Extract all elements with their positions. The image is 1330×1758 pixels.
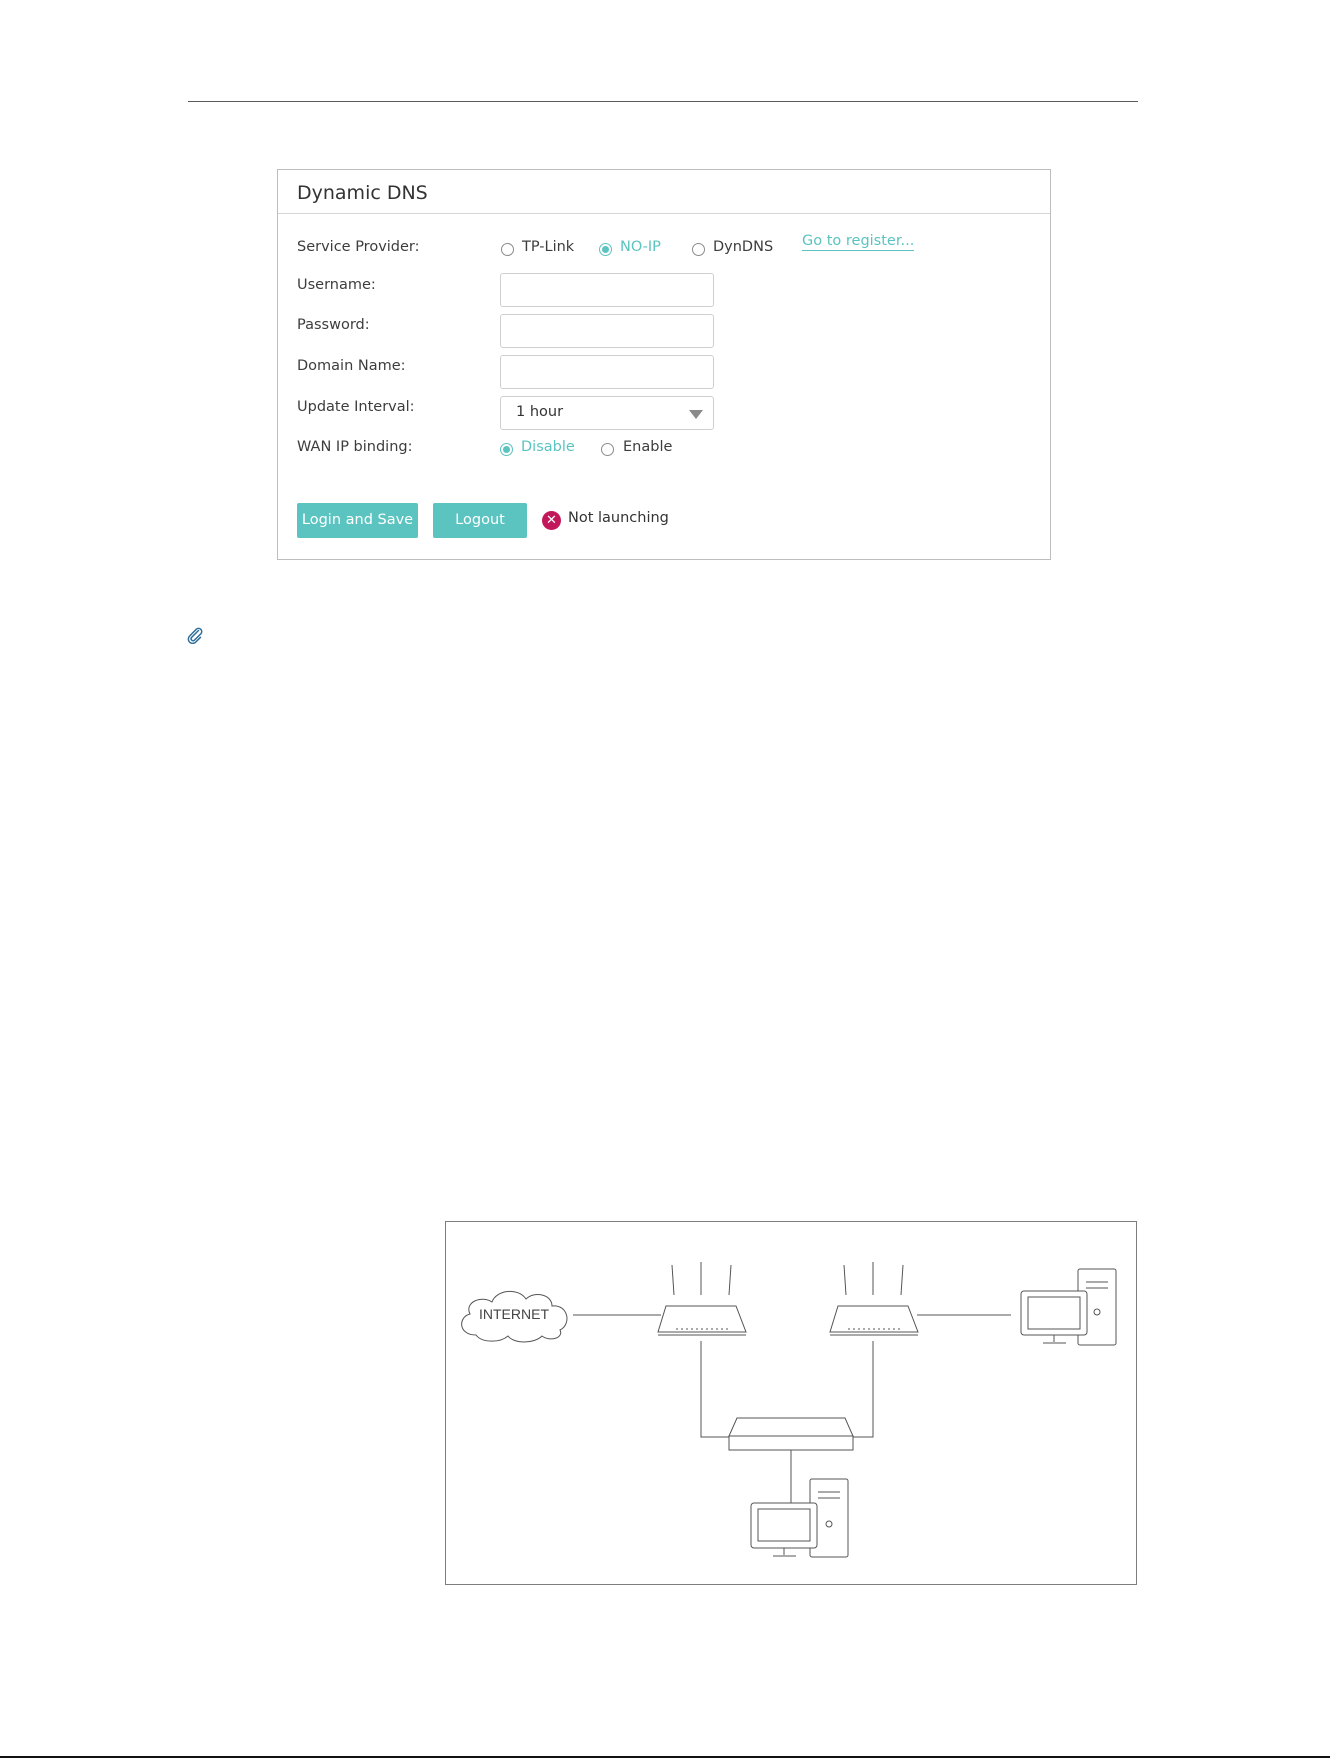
dropdown-caret-icon: [689, 410, 703, 419]
wan-ip-binding-label: WAN IP binding:: [297, 439, 413, 455]
password-label: Password:: [297, 317, 370, 333]
username-input[interactable]: [500, 273, 714, 307]
option-tp-link[interactable]: TP-Link: [522, 239, 574, 255]
password-input[interactable]: [500, 314, 714, 348]
network-diagram: INTERNET: [445, 1221, 1137, 1585]
radio-disable[interactable]: [500, 443, 513, 456]
computer-icon: [750, 1478, 849, 1558]
option-dyndns[interactable]: DynDNS: [713, 239, 773, 255]
logout-button[interactable]: Logout: [433, 503, 527, 538]
header-rule: [188, 101, 1138, 102]
login-and-save-button[interactable]: Login and Save: [297, 503, 418, 538]
radio-tp-link[interactable]: [501, 243, 514, 256]
option-disable[interactable]: Disable: [521, 439, 575, 455]
radio-no-ip[interactable]: [599, 243, 612, 256]
attachment-icon: [187, 627, 203, 644]
dynamic-dns-panel: Dynamic DNS Service Provider: TP-Link NO…: [277, 169, 1051, 560]
router-icon: [829, 1262, 919, 1336]
link-router2-switch: [846, 1341, 874, 1438]
domain-name-label: Domain Name:: [297, 358, 406, 374]
domain-name-input[interactable]: [500, 355, 714, 389]
radio-dyndns[interactable]: [692, 243, 705, 256]
update-interval-label: Update Interval:: [297, 399, 415, 415]
option-no-ip[interactable]: NO-IP: [620, 239, 661, 255]
error-icon: ✕: [542, 511, 561, 530]
panel-divider: [278, 213, 1050, 214]
link-router1-switch: [700, 1341, 733, 1438]
update-interval-select[interactable]: 1 hour: [500, 396, 714, 430]
service-provider-label: Service Provider:: [297, 239, 420, 255]
internet-label: INTERNET: [479, 1306, 549, 1322]
option-enable[interactable]: Enable: [623, 439, 672, 455]
username-label: Username:: [297, 277, 376, 293]
switch-icon: [728, 1417, 854, 1451]
register-link[interactable]: Go to register...: [802, 233, 915, 251]
panel-title: Dynamic DNS: [297, 182, 428, 204]
update-interval-value: 1 hour: [516, 404, 564, 420]
router-icon: [657, 1262, 747, 1336]
computer-icon: [1020, 1268, 1117, 1346]
network-diagram-svg: INTERNET: [461, 1262, 1117, 1558]
status-text: Not launching: [568, 510, 669, 526]
radio-enable[interactable]: [601, 443, 614, 456]
